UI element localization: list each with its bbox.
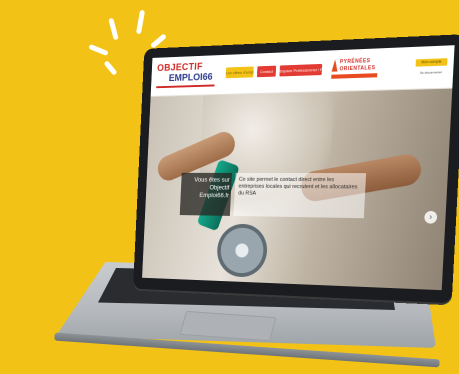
partner-logo-title: PYRÉNÉES (340, 58, 371, 65)
nav-pro-space-button[interactable]: Espace Professionnel / Particulier (279, 64, 322, 77)
hero-banner: Vous êtes sur Objectif Emploi66.fr Ce si… (142, 89, 452, 291)
logo-underline (156, 84, 214, 88)
nav-job-offers-button[interactable]: Les offres d'emploi (226, 66, 254, 78)
nav-contact-button[interactable]: Contact (257, 66, 276, 78)
promo-scene: OBJECTIF EMPLOI66 Les offres d'emploi Co… (0, 0, 459, 374)
logout-link[interactable]: Se déconnecter (415, 69, 447, 76)
hero-caption-right: Ce site permet le contact direct entre l… (234, 173, 367, 218)
sparkle-ray (108, 18, 119, 41)
logo-text-line2: EMPLOI66 (169, 72, 213, 84)
sparkle-ray (136, 10, 145, 35)
partner-logo-bar (331, 73, 377, 79)
hero-caption-left: Vous êtes sur Objectif Emploi66.fr (180, 173, 232, 216)
hero-left-text: Vous êtes sur Objectif Emploi66.fr (182, 177, 230, 201)
mountain-icon (332, 59, 339, 71)
sparkle-ray (103, 60, 117, 75)
partner-logo-subtitle: ORIENTALES (339, 65, 375, 72)
partner-logo[interactable]: PYRÉNÉES ORIENTALES (331, 58, 378, 82)
sparkle-ray (150, 33, 167, 48)
hero-right-text: Ce site permet le contact direct entre l… (238, 177, 362, 199)
site-nav: Les offres d'emploi Contact Espace Profe… (226, 68, 227, 80)
sparkle-ray (88, 44, 108, 56)
site-logo[interactable]: OBJECTIF EMPLOI66 (156, 61, 217, 90)
account-button[interactable]: Mon compte (416, 58, 448, 67)
laptop-screen: OBJECTIF EMPLOI66 Les offres d'emploi Co… (142, 45, 455, 290)
account-area: Mon compte Se déconnecter (415, 58, 448, 80)
laptop-lid: OBJECTIF EMPLOI66 Les offres d'emploi Co… (133, 34, 459, 303)
hero-photo-saw-blade (216, 223, 268, 277)
chevron-right-icon[interactable]: › (424, 211, 437, 224)
